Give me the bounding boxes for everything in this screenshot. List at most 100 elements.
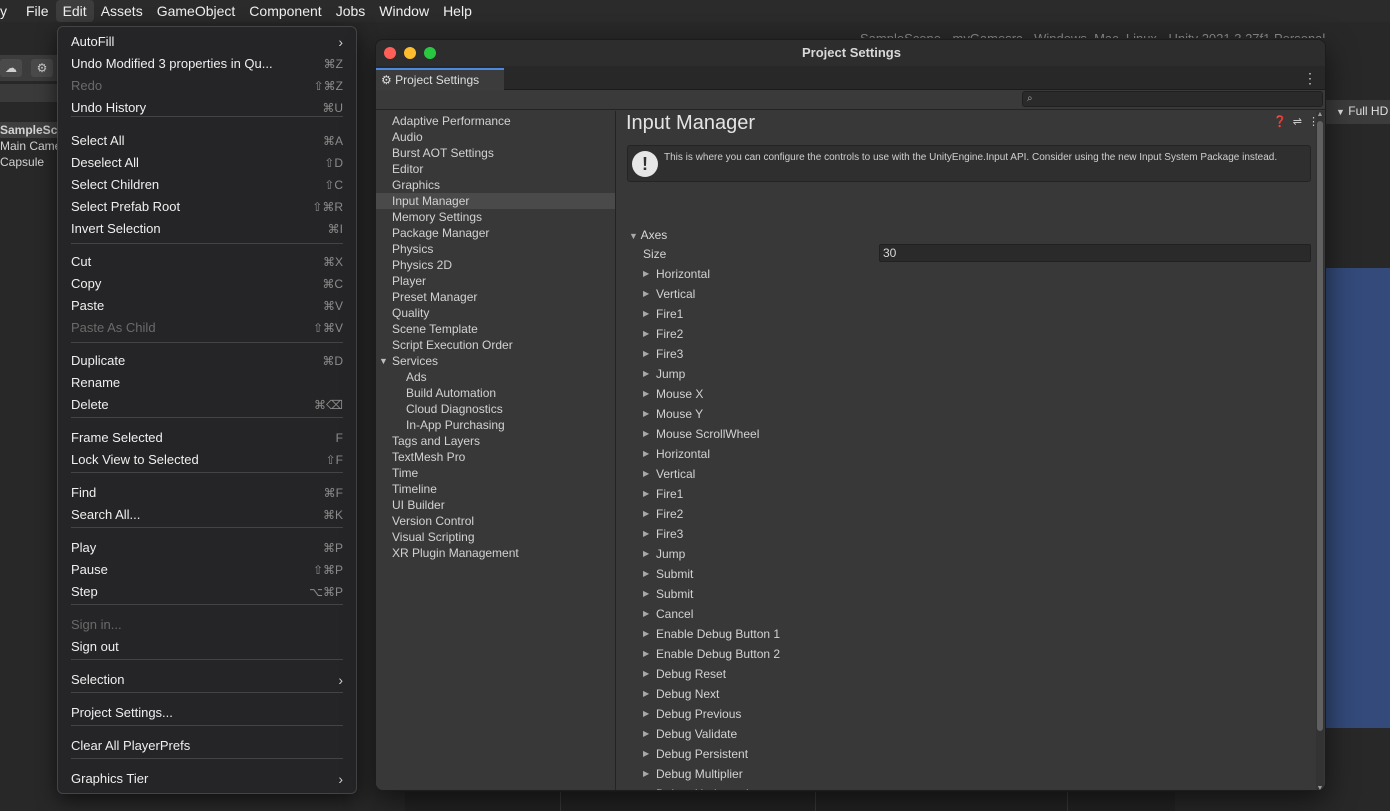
sidebar-item-textmesh-pro[interactable]: TextMesh Pro [376, 449, 615, 465]
scroll-up-arrow-icon[interactable]: ▲ [1316, 111, 1324, 118]
sidebar-item-ui-builder[interactable]: UI Builder [376, 497, 615, 513]
sidebar-item-physics-2d[interactable]: Physics 2D [376, 257, 615, 273]
sidebar-item-visual-scripting[interactable]: Visual Scripting [376, 529, 615, 545]
sidebar-item-player[interactable]: Player [376, 273, 615, 289]
axis-item-fire1[interactable]: ▶ Fire1 [643, 486, 943, 502]
menu-item-invert-selection[interactable]: Invert Selection ⌘I [71, 219, 343, 239]
axis-item-fire3[interactable]: ▶ Fire3 [643, 526, 943, 542]
tab-options-icon[interactable]: ⋮ [1303, 70, 1317, 87]
sidebar-item-quality[interactable]: Quality [376, 305, 615, 321]
sidebar-item-script-execution-order[interactable]: Script Execution Order [376, 337, 615, 353]
axis-item-mouse-scrollwheel[interactable]: ▶ Mouse ScrollWheel [643, 426, 943, 442]
cloud-icon[interactable]: ☁ [0, 59, 22, 77]
menu-item-select-prefab-root[interactable]: Select Prefab Root ⇧⌘R [71, 197, 343, 217]
axis-item-cancel[interactable]: ▶ Cancel [643, 606, 943, 622]
sidebar-item-editor[interactable]: Editor [376, 161, 615, 177]
menu-item-paste[interactable]: Paste ⌘V [71, 296, 343, 316]
axis-item-jump[interactable]: ▶ Jump [643, 546, 943, 562]
menubar-item-jobs[interactable]: Jobs [329, 0, 373, 22]
axis-item-mouse-y[interactable]: ▶ Mouse Y [643, 406, 943, 422]
window-titlebar[interactable]: Project Settings [376, 40, 1325, 66]
scroll-down-arrow-icon[interactable]: ▼ [1316, 785, 1324, 790]
menu-item-copy[interactable]: Copy ⌘C [71, 274, 343, 294]
menu-item-project-settings[interactable]: Project Settings... [71, 703, 343, 723]
menu-item-step[interactable]: Step ⌥⌘P [71, 582, 343, 602]
menu-item-undo-history[interactable]: Undo History ⌘U [71, 98, 343, 118]
menu-item-selection[interactable]: Selection › [71, 670, 343, 690]
menu-item-deselect-all[interactable]: Deselect All ⇧D [71, 153, 343, 173]
menubar-item-assets[interactable]: Assets [94, 0, 150, 22]
sidebar-item-audio[interactable]: Audio [376, 129, 615, 145]
sidebar-item-adaptive-performance[interactable]: Adaptive Performance [376, 113, 615, 129]
menu-item-frame-selected[interactable]: Frame Selected F [71, 428, 343, 448]
minimize-window-button[interactable] [404, 47, 416, 59]
sidebar-item-input-manager[interactable]: Input Manager [376, 193, 615, 209]
sidebar-item-in-app-purchasing[interactable]: In-App Purchasing [376, 417, 615, 433]
sidebar-item-time[interactable]: Time [376, 465, 615, 481]
sidebar-item-xr-plugin-management[interactable]: XR Plugin Management [376, 545, 615, 561]
axis-item-submit[interactable]: ▶ Submit [643, 586, 943, 602]
axis-item-submit[interactable]: ▶ Submit [643, 566, 943, 582]
axis-item-fire1[interactable]: ▶ Fire1 [643, 306, 943, 322]
preset-sliders-icon[interactable]: ⇌ [1293, 116, 1302, 128]
axis-item-debug-next[interactable]: ▶ Debug Next [643, 686, 943, 702]
sidebar-item-physics[interactable]: Physics [376, 241, 615, 257]
menu-item-find[interactable]: Find ⌘F [71, 483, 343, 503]
help-icon[interactable]: ❓ [1273, 116, 1287, 128]
axis-item-debug-persistent[interactable]: ▶ Debug Persistent [643, 746, 943, 762]
menu-item-lock-view-to-selected[interactable]: Lock View to Selected ⇧F [71, 450, 343, 470]
menu-item-pause[interactable]: Pause ⇧⌘P [71, 560, 343, 580]
hierarchy-item-capsule[interactable]: Capsule [0, 155, 44, 169]
sidebar-item-scene-template[interactable]: Scene Template [376, 321, 615, 337]
menu-item-autofill[interactable]: AutoFill › [71, 32, 343, 52]
axis-item-enable-debug-button-2[interactable]: ▶ Enable Debug Button 2 [643, 646, 943, 662]
menu-item-search-all[interactable]: Search All... ⌘K [71, 505, 343, 525]
sidebar-item-version-control[interactable]: Version Control [376, 513, 615, 529]
axis-item-debug-horizontal[interactable]: ▶Debug Horizontal [643, 786, 943, 790]
axis-item-vertical[interactable]: ▶ Vertical [643, 286, 943, 302]
axis-item-debug-previous[interactable]: ▶ Debug Previous [643, 706, 943, 722]
menubar-item-component[interactable]: Component [242, 0, 328, 22]
resolution-dropdown[interactable]: ▼ Full HD [1336, 104, 1388, 118]
menu-item-undo-modified-3-properties-in-qu[interactable]: Undo Modified 3 properties in Qu... ⌘Z [71, 54, 343, 74]
sidebar-item-timeline[interactable]: Timeline [376, 481, 615, 497]
menubar-item-window[interactable]: Window [372, 0, 436, 22]
axis-item-fire3[interactable]: ▶ Fire3 [643, 346, 943, 362]
menu-item-delete[interactable]: Delete ⌘⌫ [71, 395, 343, 415]
scrollbar-thumb[interactable] [1317, 121, 1323, 731]
menu-item-duplicate[interactable]: Duplicate ⌘D [71, 351, 343, 371]
menu-item-clear-all-playerprefs[interactable]: Clear All PlayerPrefs [71, 736, 343, 756]
zoom-window-button[interactable] [424, 47, 436, 59]
menu-item-cut[interactable]: Cut ⌘X [71, 252, 343, 272]
menubar-app-edge[interactable]: y [0, 0, 19, 22]
sidebar-item-graphics[interactable]: Graphics [376, 177, 615, 193]
sidebar-item-tags-and-layers[interactable]: Tags and Layers [376, 433, 615, 449]
menu-item-rename[interactable]: Rename [71, 373, 343, 393]
sidebar-item-package-manager[interactable]: Package Manager [376, 225, 615, 241]
size-field[interactable]: 30 [879, 244, 1311, 262]
search-input[interactable]: ⌕ [1022, 91, 1323, 107]
close-window-button[interactable] [384, 47, 396, 59]
sidebar-item-build-automation[interactable]: Build Automation [376, 385, 615, 401]
hierarchy-scene-row[interactable]: SampleScene [0, 122, 78, 138]
axis-item-debug-reset[interactable]: ▶ Debug Reset [643, 666, 943, 682]
axis-item-debug-multiplier[interactable]: ▶ Debug Multiplier [643, 766, 943, 782]
menubar-item-help[interactable]: Help [436, 0, 479, 22]
axis-item-fire2[interactable]: ▶ Fire2 [643, 506, 943, 522]
sidebar-item-preset-manager[interactable]: Preset Manager [376, 289, 615, 305]
menu-item-play[interactable]: Play ⌘P [71, 538, 343, 558]
tab-project-settings[interactable]: ⚙ Project Settings [376, 68, 504, 90]
axis-item-horizontal[interactable]: ▶ Horizontal [643, 446, 943, 462]
axis-item-fire2[interactable]: ▶ Fire2 [643, 326, 943, 342]
axis-item-mouse-x[interactable]: ▶ Mouse X [643, 386, 943, 402]
menu-item-sign-out[interactable]: Sign out [71, 637, 343, 657]
sidebar-item-services[interactable]: ▼ Services [376, 353, 615, 369]
sidebar-item-ads[interactable]: Ads [376, 369, 615, 385]
menu-item-graphics-tier[interactable]: Graphics Tier › [71, 769, 343, 789]
axes-foldout[interactable]: ▼ Axes [629, 227, 667, 244]
sidebar-item-memory-settings[interactable]: Memory Settings [376, 209, 615, 225]
menu-item-select-all[interactable]: Select All ⌘A [71, 131, 343, 151]
axis-item-horizontal[interactable]: ▶ Horizontal [643, 266, 943, 282]
menubar-item-file[interactable]: File [19, 0, 56, 22]
foldout-down-icon[interactable]: ▼ [379, 353, 388, 369]
